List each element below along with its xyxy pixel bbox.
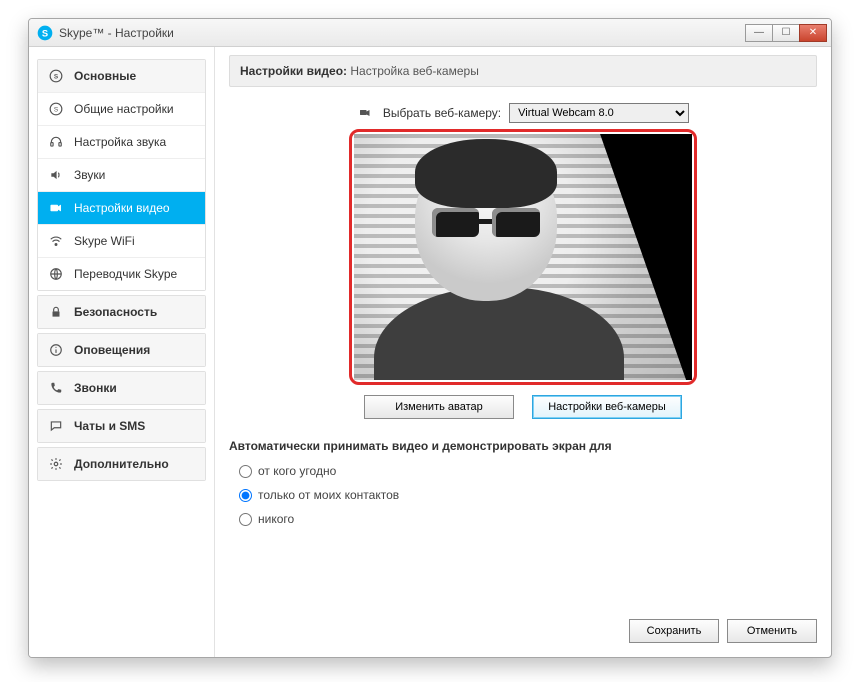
lock-icon [48,304,64,320]
sidebar-item-label: Чаты и SMS [74,419,145,433]
sidebar-item-label: Звуки [74,168,105,182]
chat-icon [48,418,64,434]
radio-nobody[interactable]: никого [239,512,817,526]
skype-icon: S [37,25,53,41]
main-panel: Настройки видео: Настройка веб-камеры Вы… [215,47,831,657]
sidebar-item-sounds[interactable]: Звуки [38,158,205,191]
sidebar-item-audio[interactable]: Настройка звука [38,125,205,158]
settings-window: S Skype™ - Настройки — ☐ ✕ S Основные S … [28,18,832,658]
sidebar-item-label: Общие настройки [74,102,174,116]
gear-icon [48,456,64,472]
sidebar-item-wifi[interactable]: Skype WiFi [38,224,205,257]
phone-icon [48,380,64,396]
sidebar-item-label: Настройка звука [74,135,166,149]
headset-icon [48,134,64,150]
sidebar-section-advanced[interactable]: Дополнительно [38,448,205,480]
radio-anyone[interactable]: от кого угодно [239,464,817,478]
sidebar: S Основные S Общие настройки Настройка з… [29,47,215,657]
sidebar-item-label: Дополнительно [74,457,169,471]
radio-contacts[interactable]: только от моих контактов [239,488,817,502]
sidebar-section-security[interactable]: Безопасность [38,296,205,328]
sidebar-item-label: Основные [74,69,136,83]
main-header-prefix: Настройки видео: [240,64,347,78]
radio-label: только от моих контактов [258,488,399,502]
sidebar-item-label: Переводчик Skype [74,267,177,281]
radio-anyone-input[interactable] [239,465,252,478]
info-icon [48,342,64,358]
sidebar-heading-general[interactable]: S Основные [38,60,205,92]
webcam-preview [354,134,692,380]
sidebar-section-notifications[interactable]: Оповещения [38,334,205,366]
cancel-button[interactable]: Отменить [727,619,817,643]
skype-icon: S [48,68,64,84]
sidebar-item-label: Безопасность [74,305,157,319]
radio-label: от кого угодно [258,464,336,478]
sidebar-item-general-settings[interactable]: S Общие настройки [38,92,205,125]
camera-icon [48,200,64,216]
radio-label: никого [258,512,294,526]
skype-icon: S [48,101,64,117]
auto-accept-label: Автоматически принимать видео и демонстр… [229,439,817,453]
maximize-button[interactable]: ☐ [772,24,800,42]
sidebar-item-video[interactable]: Настройки видео [38,191,205,224]
sidebar-section-calls[interactable]: Звонки [38,372,205,404]
window-title: Skype™ - Настройки [59,26,746,40]
svg-text:S: S [54,73,59,80]
sidebar-item-label: Настройки видео [74,201,170,215]
main-header: Настройки видео: Настройка веб-камеры [229,55,817,87]
wifi-icon [48,233,64,249]
webcam-select[interactable]: Virtual Webcam 8.0 [509,103,689,123]
svg-text:S: S [54,106,58,113]
main-header-sub: Настройка веб-камеры [350,64,478,78]
speaker-icon [48,167,64,183]
close-button[interactable]: ✕ [799,24,827,42]
minimize-button[interactable]: — [745,24,773,42]
sidebar-item-label: Skype WiFi [74,234,135,248]
webcam-settings-button[interactable]: Настройки веб-камеры [532,395,682,419]
change-avatar-button[interactable]: Изменить аватар [364,395,514,419]
save-button[interactable]: Сохранить [629,619,719,643]
radio-contacts-input[interactable] [239,489,252,502]
titlebar[interactable]: S Skype™ - Настройки — ☐ ✕ [29,19,831,47]
sidebar-item-label: Оповещения [74,343,150,357]
svg-text:S: S [42,28,48,38]
camera-icon [357,107,375,119]
webcam-preview-frame [349,129,697,385]
globe-icon [48,266,64,282]
sidebar-item-translator[interactable]: Переводчик Skype [38,257,205,290]
radio-nobody-input[interactable] [239,513,252,526]
select-webcam-label: Выбрать веб-камеру: [383,106,501,120]
sidebar-item-label: Звонки [74,381,117,395]
sidebar-section-chats[interactable]: Чаты и SMS [38,410,205,442]
